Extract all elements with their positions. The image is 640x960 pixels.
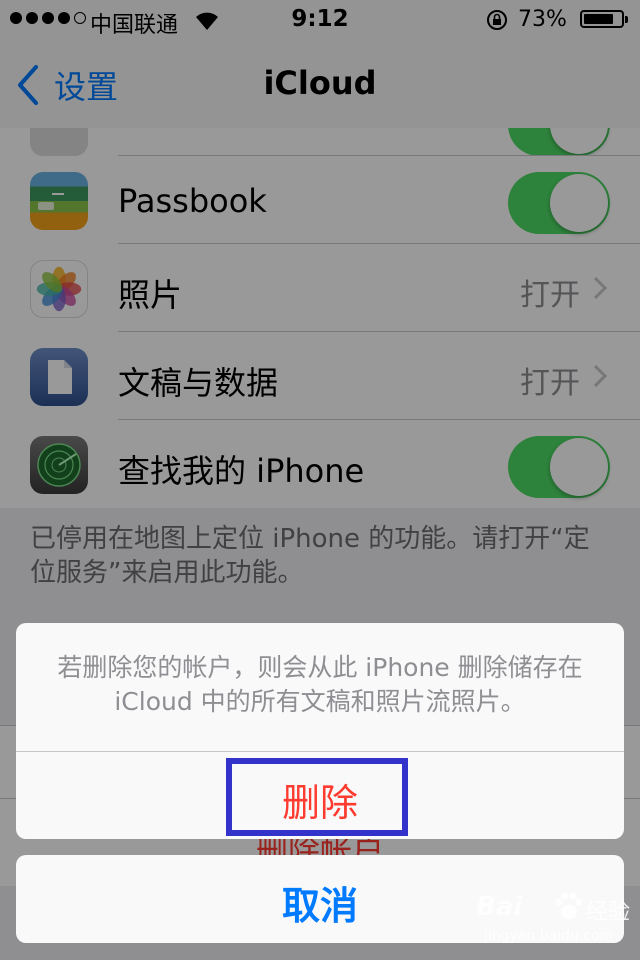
annotation-highlight-box — [226, 758, 408, 836]
watermark-brand: Bai — [476, 892, 523, 922]
baidu-watermark: Bai 经验 jingyan.baidu.com — [476, 888, 636, 952]
watermark-url: jingyan.baidu.com — [484, 928, 614, 944]
action-sheet-message: 若删除您的帐户，则会从此 iPhone 删除储存在 iCloud 中的所有文稿和… — [57, 653, 583, 716]
watermark-suffix: 经验 — [586, 900, 631, 925]
paw-icon — [555, 892, 583, 919]
